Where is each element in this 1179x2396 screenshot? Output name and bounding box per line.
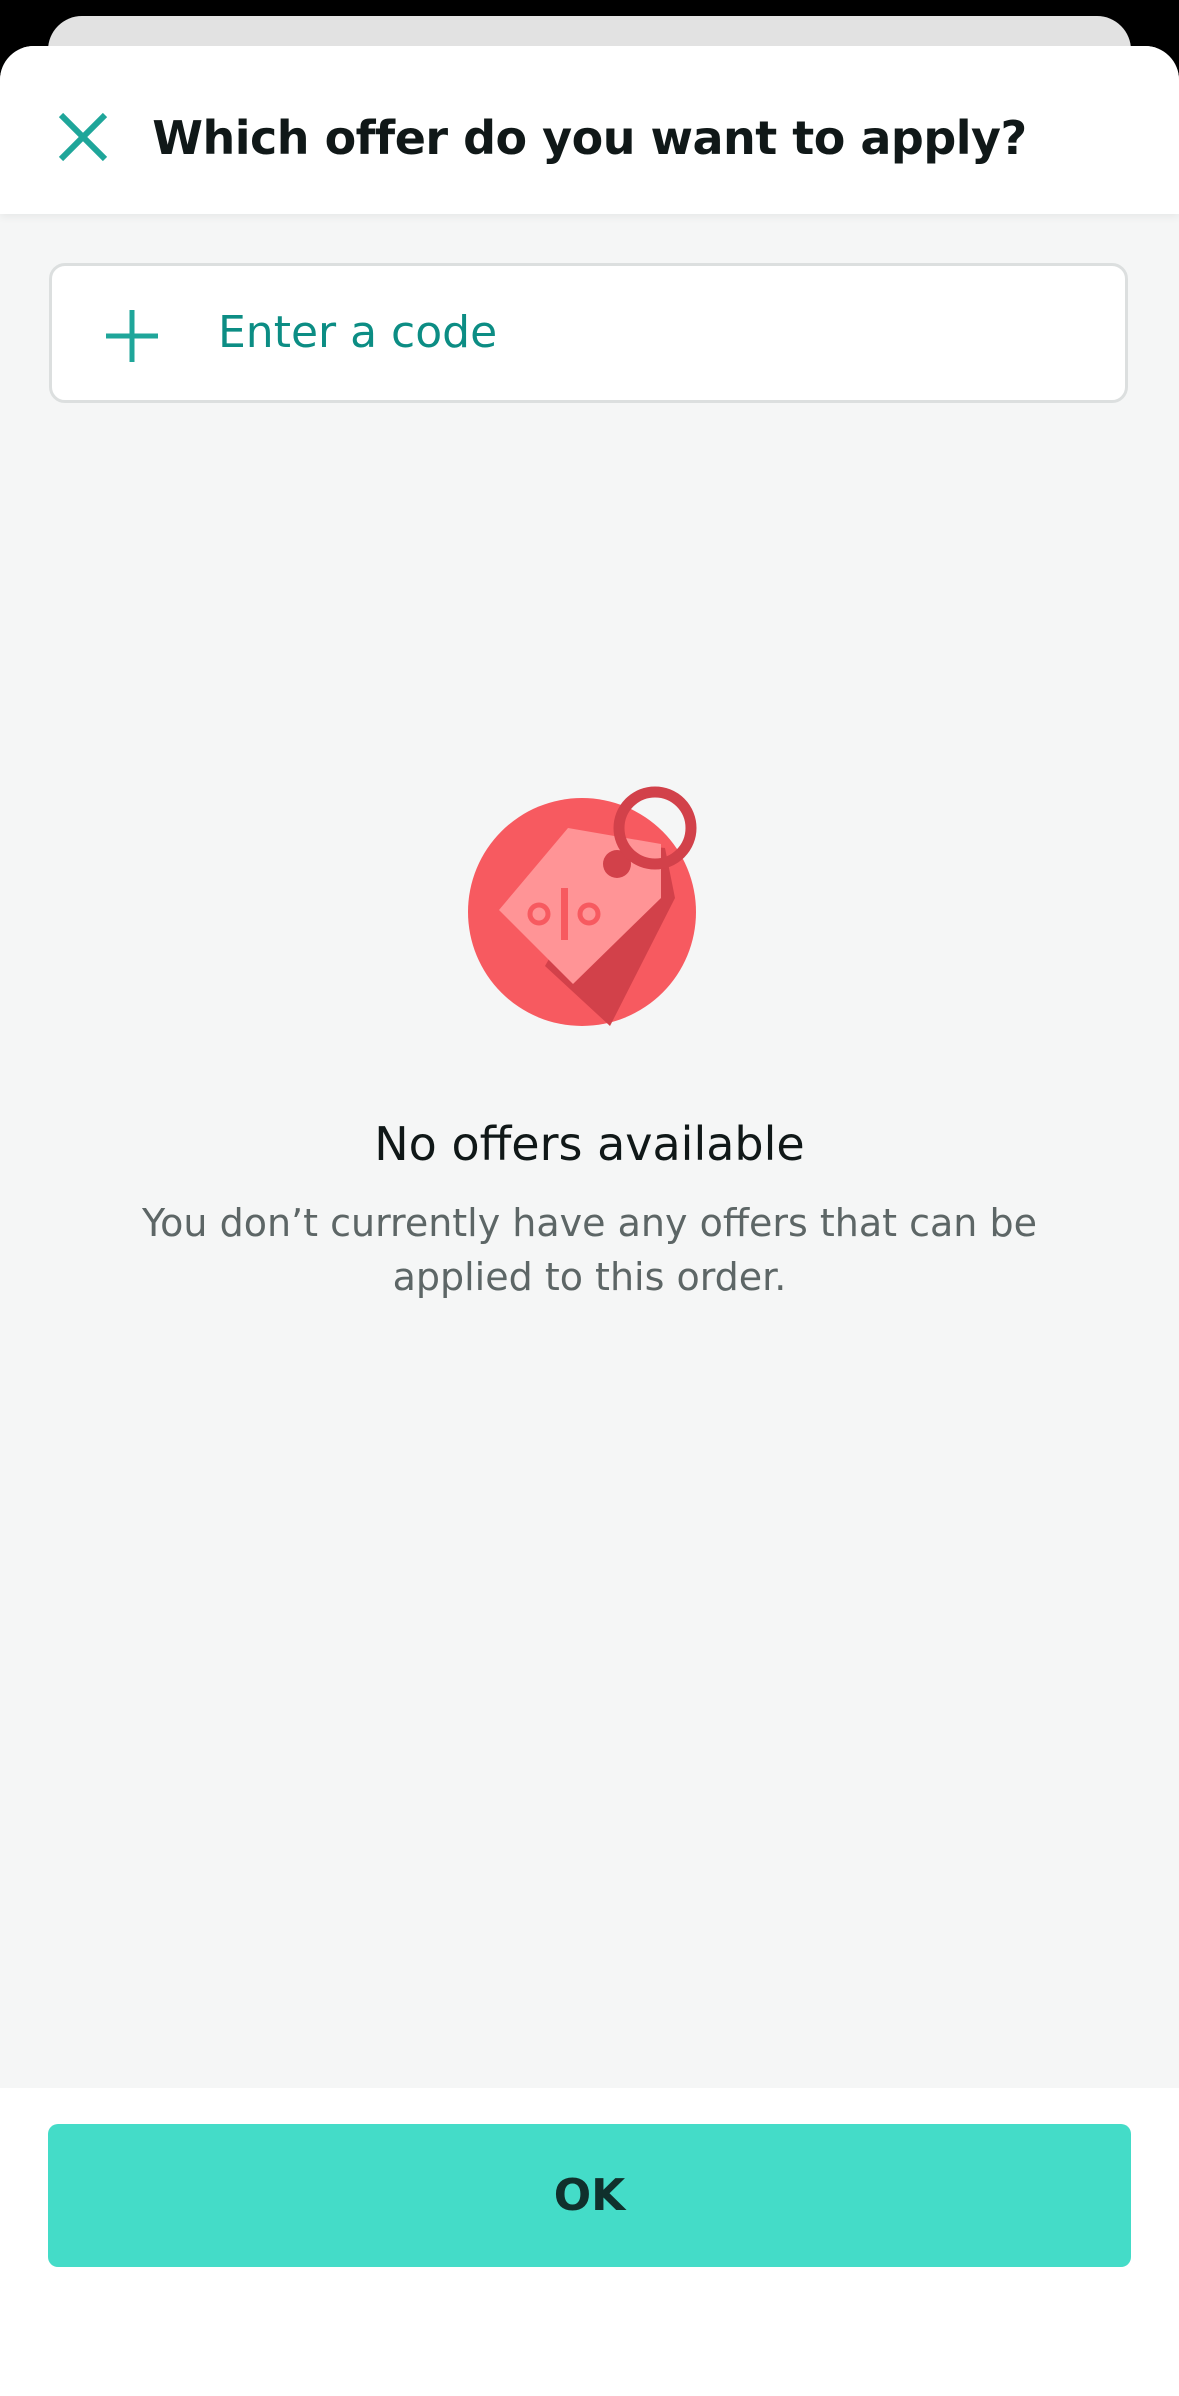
sheet-header: Which offer do you want to apply?	[0, 46, 1179, 214]
screen: { "header": { "title": "Which offer do y…	[0, 0, 1179, 2396]
discount-tag-icon	[467, 786, 696, 1026]
plus-icon	[106, 310, 158, 362]
sheet-footer: OK	[0, 2088, 1179, 2396]
empty-state-description: You don’t currently have any offers that…	[142, 1201, 1037, 1299]
sheet-title: Which offer do you want to apply?	[152, 111, 1027, 165]
empty-state-title: No offers available	[374, 1117, 805, 1171]
close-button[interactable]	[40, 94, 126, 180]
enter-code-label: Enter a code	[218, 307, 498, 358]
ok-button[interactable]: OK	[48, 2124, 1131, 2267]
enter-code-field[interactable]: Enter a code	[49, 263, 1128, 403]
offers-bottom-sheet: Which offer do you want to apply? Enter …	[0, 46, 1179, 2396]
empty-state: No offers available You don’t currently …	[0, 786, 1179, 1304]
close-icon	[58, 112, 108, 162]
